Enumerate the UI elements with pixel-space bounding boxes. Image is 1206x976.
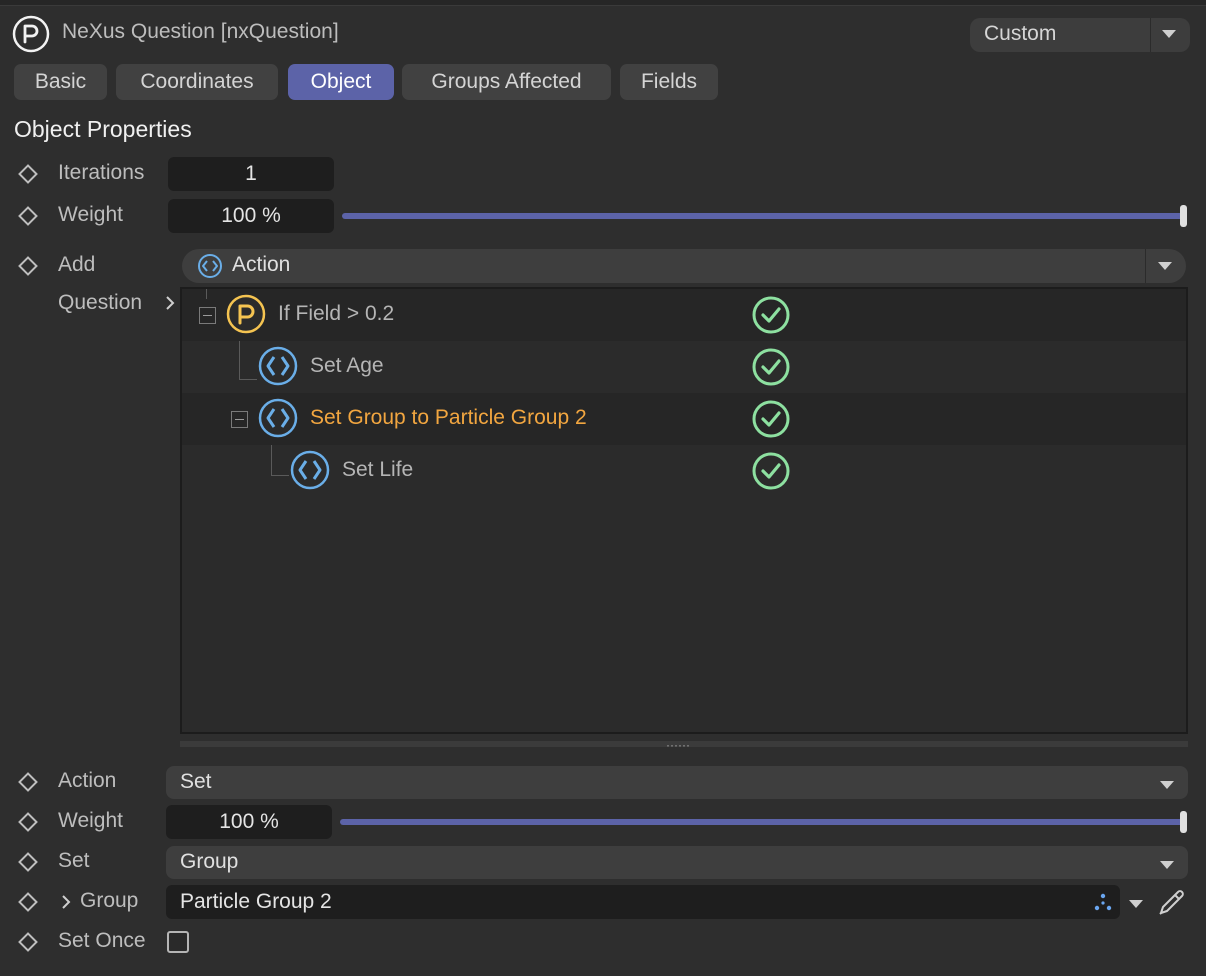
group-link-field[interactable]: Particle Group 2	[166, 885, 1120, 919]
particle-group-icon	[1094, 893, 1112, 911]
iterations-field[interactable]: 1	[168, 157, 334, 191]
check-icon[interactable]	[751, 295, 791, 335]
question-icon	[226, 294, 266, 334]
set-value: Group	[180, 850, 239, 873]
dropdown-divider	[1145, 249, 1146, 283]
set-dropdown[interactable]: Group	[166, 846, 1188, 879]
tree-row-selected[interactable]: Set Group to Particle Group 2	[182, 393, 1186, 445]
group-label: Group	[80, 889, 139, 912]
check-icon[interactable]	[751, 451, 791, 491]
action-icon	[258, 398, 298, 438]
collapse-icon[interactable]	[199, 307, 216, 324]
action-icon	[258, 346, 298, 386]
tree-connector	[239, 341, 240, 379]
chevron-right-icon[interactable]	[163, 294, 177, 312]
add-label: Add	[58, 253, 96, 276]
tab-groups-affected[interactable]: Groups Affected	[402, 64, 611, 100]
keyframe-diamond-icon[interactable]	[18, 812, 38, 832]
action-weight-label: Weight	[58, 809, 123, 832]
collapse-icon[interactable]	[231, 411, 248, 428]
tree-item-label: Set Group to Particle Group 2	[310, 406, 587, 429]
preset-label: Custom	[984, 22, 1057, 45]
action-dropdown[interactable]: Set	[166, 766, 1188, 799]
check-icon[interactable]	[751, 399, 791, 439]
keyframe-diamond-icon[interactable]	[18, 852, 38, 872]
action-icon	[198, 254, 222, 278]
check-icon[interactable]	[751, 347, 791, 387]
eyedropper-icon[interactable]	[1155, 886, 1187, 918]
keyframe-diamond-icon[interactable]	[18, 256, 38, 276]
keyframe-diamond-icon[interactable]	[18, 892, 38, 912]
keyframe-diamond-icon[interactable]	[18, 932, 38, 952]
tree-row[interactable]: Set Age	[182, 341, 1186, 393]
question-object-icon	[12, 15, 50, 53]
weight-field[interactable]: 100 %	[168, 199, 334, 233]
tree-row[interactable]: Set Life	[182, 445, 1186, 497]
section-title: Object Properties	[14, 116, 192, 142]
tree-row[interactable]: If Field > 0.2	[182, 289, 1186, 341]
action-weight-field[interactable]: 100 %	[166, 805, 332, 839]
weight-label: Weight	[58, 203, 123, 226]
tree-connector	[271, 475, 289, 476]
action-label: Action	[58, 769, 117, 792]
add-value: Action	[232, 253, 291, 276]
weight-slider[interactable]	[342, 213, 1184, 219]
set-once-checkbox[interactable]	[167, 931, 189, 953]
tab-coordinates[interactable]: Coordinates	[116, 64, 278, 100]
preset-dropdown[interactable]: Custom	[970, 18, 1190, 52]
action-weight-slider[interactable]	[340, 819, 1184, 825]
iterations-label: Iterations	[58, 161, 145, 184]
set-once-label: Set Once	[58, 929, 146, 952]
weight-slider-knob[interactable]	[1180, 205, 1187, 227]
resize-grip-icon[interactable]: ······	[666, 738, 690, 752]
tree-item-label: Set Life	[342, 458, 414, 481]
chevron-down-icon[interactable]	[1158, 262, 1172, 270]
chevron-right-icon[interactable]	[60, 893, 72, 911]
keyframe-diamond-icon[interactable]	[18, 164, 38, 184]
action-icon	[290, 450, 330, 490]
question-label: Question	[58, 291, 143, 314]
tab-fields[interactable]: Fields	[620, 64, 718, 100]
add-dropdown[interactable]: Action	[182, 249, 1186, 283]
tree-connector	[271, 445, 272, 475]
chevron-down-icon[interactable]	[1160, 781, 1174, 789]
question-tree[interactable]: If Field > 0.2 Set Age Set Group to Part…	[180, 287, 1188, 734]
chevron-down-icon[interactable]	[1162, 30, 1176, 38]
action-weight-slider-knob[interactable]	[1180, 811, 1187, 833]
object-title: NeXus Question [nxQuestion]	[62, 20, 339, 43]
set-label: Set	[58, 849, 90, 872]
tab-object[interactable]: Object	[288, 64, 394, 100]
keyframe-diamond-icon[interactable]	[18, 772, 38, 792]
keyframe-diamond-icon[interactable]	[18, 206, 38, 226]
tree-item-label: Set Age	[310, 354, 384, 377]
tree-connector	[206, 289, 207, 299]
group-value: Particle Group 2	[180, 890, 332, 913]
tree-item-label: If Field > 0.2	[278, 302, 395, 325]
tab-basic[interactable]: Basic	[14, 64, 107, 100]
top-border	[0, 0, 1206, 6]
chevron-down-icon[interactable]	[1129, 900, 1143, 908]
preset-divider	[1150, 18, 1151, 52]
tree-connector	[239, 379, 257, 380]
action-value: Set	[180, 770, 212, 793]
chevron-down-icon[interactable]	[1160, 861, 1174, 869]
